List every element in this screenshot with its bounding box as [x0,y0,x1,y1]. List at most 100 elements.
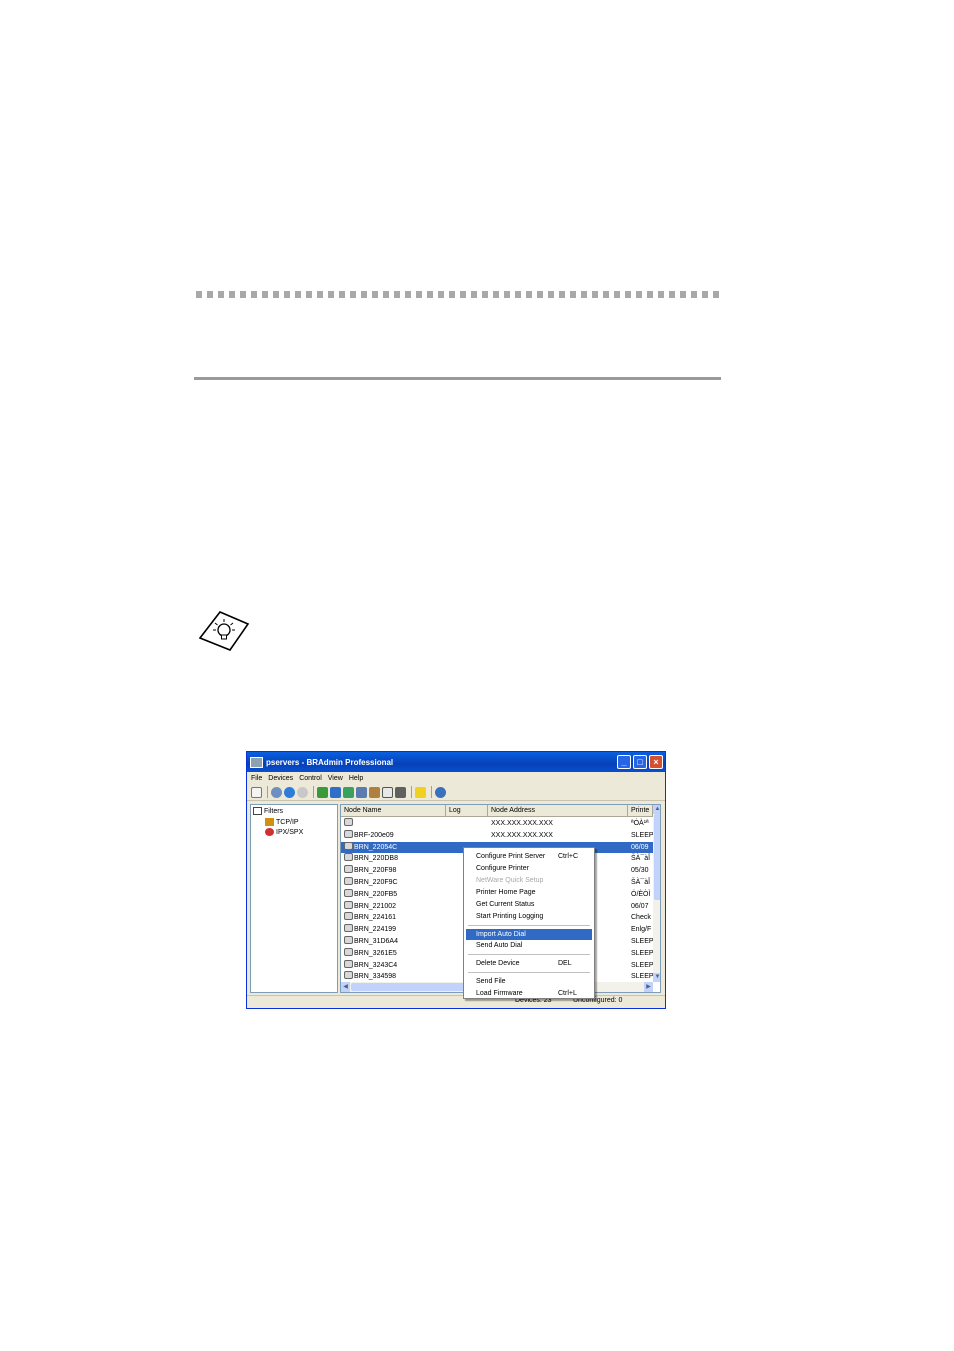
menu-item-start-printing-logging[interactable]: Start Printing Logging [466,911,592,922]
menu-separator [468,972,590,973]
printer-status-cell: ŠÀ¯àÎ [631,855,651,863]
tree-root-filters[interactable]: Filters [253,806,283,816]
device-icon [344,959,353,968]
search-devices-icon[interactable] [271,786,282,798]
scroll-right-arrow[interactable]: ▶ [644,982,653,992]
node-name-cell: BRN_224199 [344,924,444,935]
menu-item-label: Configure Printer [476,865,529,872]
menu-devices[interactable]: Devices [268,775,293,782]
menu-help[interactable]: Help [349,775,363,782]
stop-icon[interactable] [297,786,308,798]
refresh-icon[interactable] [284,786,295,798]
menu-file[interactable]: File [251,775,262,782]
menu-item-import-auto-dial[interactable]: Import Auto Dial [466,929,592,940]
tree-item-label: IPX/SPX [276,828,304,836]
column-node-name[interactable]: Node Name [341,805,446,816]
menu-item-delete-device[interactable]: Delete Device DEL [466,958,592,969]
device-icon [344,924,353,933]
toolbar [247,784,665,801]
status-icon[interactable] [369,786,380,798]
menu-item-label: NetWare Quick Setup [476,877,544,884]
minimize-button[interactable]: _ [617,755,631,769]
column-node-address[interactable]: Node Address [488,805,628,816]
vertical-scroll-thumb[interactable] [654,814,660,900]
menu-item-get-current-status[interactable]: Get Current Status [466,899,592,910]
horizontal-rule [194,377,721,380]
scroll-up-arrow[interactable]: ▲ [653,805,660,814]
title-bar[interactable]: pservers - BRAdmin Professional _ □ × [247,752,665,772]
menu-item-configure-printer[interactable]: Configure Printer [466,863,592,874]
menu-item-label: Send Auto Dial [476,942,523,949]
table-row[interactable]: XXX.XXX.XXX.XXX ªÓÀ¹ª [341,818,653,829]
device-icon [344,853,353,862]
printer-status-cell: SLEEP [631,973,653,981]
ipxspx-icon [265,828,274,836]
configure-printer-icon[interactable] [330,786,341,798]
tcpip-icon [265,818,274,826]
tree-item-ipxspx[interactable]: IPX/SPX [265,827,303,837]
close-button[interactable]: × [649,755,663,769]
horizontal-scroll-thumb[interactable] [351,983,471,991]
tree-item-tcpip[interactable]: TCP/IP [265,817,299,827]
filter-tree: Filters TCP/IP IPX/SPX [250,804,338,993]
app-icon [250,756,263,768]
filter-tool-icon[interactable] [251,786,262,798]
menu-item-configure-print-server[interactable]: Configure Print Server Ctrl+C [466,851,592,862]
node-name-cell: BRN_220F9C [344,877,444,888]
printer-status-cell: 05/30 [631,867,649,875]
menu-view[interactable]: View [328,775,343,782]
help-icon[interactable] [415,786,426,798]
table-row[interactable]: BRF-200e09 XXX.XXX.XXX.XXX SLEEP [341,829,653,841]
scroll-left-arrow[interactable]: ◀ [341,982,350,992]
node-name-cell: BRN_224161 [344,912,444,923]
network-icon[interactable] [435,786,446,798]
column-log[interactable]: Log [446,805,488,816]
node-name-text: BRN_220DB8 [354,855,398,863]
printer-status-cell: ŠÀ¯àÎ [631,879,651,886]
window-view-icon[interactable] [382,786,393,798]
node-name-text: BRN_220F98 [354,867,397,875]
column-printer-status[interactable]: Printe [628,805,653,816]
node-name-text: BRN_3243C4 [354,961,398,969]
menu-separator [468,954,590,955]
printer-status-cell: SLEEP [631,949,653,957]
menu-item-send-auto-dial[interactable]: Send Auto Dial [466,940,592,951]
printer-status-cell: Check [631,914,651,922]
device-icon [344,912,353,921]
menu-item-label: Start Printing Logging [476,913,544,920]
vertical-scrollbar[interactable]: ▲ ▼ [653,805,660,982]
node-name-text: BRN_334598 [354,973,397,981]
device-icon [344,971,353,980]
toolbar-separator [313,786,314,798]
firmware-icon[interactable] [395,786,406,798]
menu-item-label: Printer Home Page [476,889,536,896]
menu-item-label: Import Auto Dial [476,931,526,938]
configure-server-icon[interactable] [317,786,328,798]
node-name-text: BRN_224199 [354,926,397,934]
lightbulb-tip-icon [198,611,250,651]
node-name-text: BRN_22054C [354,843,398,851]
menu-item-send-file[interactable]: Send File [466,976,592,987]
node-address-cell: XXX.XXX.XXX.XXX [491,831,553,839]
home-page-icon[interactable] [356,786,367,798]
device-icon [344,877,353,885]
menu-item-shortcut: DEL [558,960,572,967]
menu-item-load-firmware[interactable]: Load Firmware Ctrl+L [466,988,592,999]
node-name-cell: BRF-200e09 [344,829,444,841]
device-icon [344,900,353,909]
node-name-cell [344,818,444,829]
status-bar: Devices: 23 Unconfigured: 0 [247,995,665,1008]
printer-status-cell: Ó/ÈÒÌ [631,890,651,898]
quick-setup-icon[interactable] [343,786,354,798]
device-icon [344,841,353,850]
filters-icon [253,807,262,815]
menu-item-label: Configure Print Server [476,853,546,860]
menu-item-printer-home-page[interactable]: Printer Home Page [466,887,592,898]
scroll-down-arrow[interactable]: ▼ [653,973,660,982]
menu-item-shortcut: Ctrl+L [558,990,577,997]
menu-bar: File Devices Control View Help [247,772,665,784]
menu-item-netware-quick-setup[interactable]: NetWare Quick Setup [466,875,592,886]
printer-status-cell: Enlg/F [631,926,652,934]
maximize-button[interactable]: □ [633,755,647,769]
menu-control[interactable]: Control [299,775,322,782]
